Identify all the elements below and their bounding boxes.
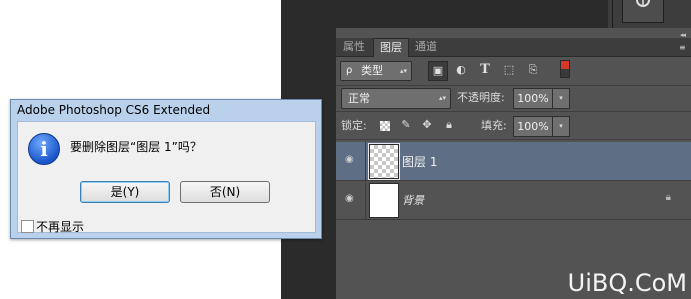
lock-all-padlock-icon[interactable]: 🔒︎ [442, 118, 456, 132]
dialog-title: Adobe Photoshop CS6 Extended [17, 103, 211, 117]
fill-dropdown-button[interactable]: ▾ [552, 116, 570, 137]
divider [365, 181, 366, 219]
blend-mode-value: 正常 [348, 92, 370, 105]
yes-button[interactable]: 是(Y) [80, 181, 170, 203]
layer-thumbnail [368, 143, 400, 180]
image-filter-icon[interactable]: ▣ [428, 61, 448, 81]
dock-separator [612, 0, 613, 28]
lock-fill-row: 锁定: ✎ ✥ 🔒︎ 填充: 100% ▾ [336, 112, 691, 140]
confirm-dialog: Adobe Photoshop CS6 Extended i 要删除图层“图层 … [10, 99, 322, 239]
navigator-dock-button[interactable] [622, 0, 664, 23]
updown-arrows-icon: ▴▾ [399, 67, 407, 75]
opacity-input[interactable]: 100% [513, 88, 553, 109]
type-filter-icon[interactable]: T [476, 61, 494, 79]
dialog-message: 要删除图层“图层 1”吗？ [70, 140, 202, 154]
blend-opacity-row: 正常 ▴▾ 不透明度: 100% ▾ [336, 86, 691, 112]
layer-name: 图层 1 [402, 155, 438, 169]
tab-label: 图层 [380, 41, 402, 54]
panel-tab-bar: 属性 图层 通道 ≡ [336, 38, 691, 57]
search-icon: ρ [346, 65, 353, 76]
smart-object-filter-icon[interactable]: ⎘ [524, 61, 542, 79]
blend-mode-select[interactable]: 正常 ▴▾ [341, 88, 451, 109]
tab-layers[interactable]: 图层 [373, 38, 409, 57]
adjustment-filter-icon[interactable]: ◐ [452, 61, 470, 79]
layer-row[interactable]: ◉ 图层 1 [336, 142, 691, 181]
info-icon: i [28, 133, 60, 165]
opacity-dropdown-button[interactable]: ▾ [552, 88, 570, 109]
dont-show-checkbox[interactable] [21, 220, 34, 233]
filter-kind-value: 类型 [361, 64, 383, 77]
filter-kind-select[interactable]: ρ 类型 ▴▾ [340, 61, 412, 81]
fill-input[interactable]: 100% [513, 116, 553, 137]
filter-switch-indicator [561, 61, 569, 69]
filter-toggle-switch[interactable] [560, 60, 570, 78]
watermark-text: UiBQ.CoM [567, 269, 687, 297]
layers-panel: ◂◂ 属性 图层 通道 ≡ ρ 类型 ▴▾ ▣ ◐ T ⬚ ⎘ 正常 ▴▾ 不透… [336, 28, 691, 299]
fill-label: 填充: [481, 119, 507, 132]
tab-label: 属性 [343, 40, 365, 53]
lock-label: 锁定: [341, 119, 367, 132]
dont-show-label[interactable]: 不再显示 [36, 218, 84, 235]
layer-filter-row: ρ 类型 ▴▾ ▣ ◐ T ⬚ ⎘ [336, 56, 691, 86]
lock-transparency-icon[interactable] [380, 121, 390, 131]
dial-icon [636, 0, 650, 7]
tab-properties[interactable]: 属性 [338, 38, 370, 56]
panel-menu-icon[interactable]: ≡ [679, 43, 689, 52]
lock-paint-brush-icon[interactable]: ✎ [399, 118, 413, 132]
no-button[interactable]: 否(N) [180, 181, 270, 203]
layer-lock-icon: 🔒︎ [665, 192, 671, 203]
visibility-eye-icon[interactable]: ◉ [345, 194, 357, 204]
layer-thumbnail [369, 183, 399, 218]
opacity-label: 不透明度: [457, 91, 505, 104]
lock-position-move-icon[interactable]: ✥ [420, 118, 434, 132]
tab-channels[interactable]: 通道 [410, 38, 442, 56]
visibility-eye-icon[interactable]: ◉ [345, 155, 357, 165]
divider [365, 142, 366, 180]
updown-arrows-icon: ▴▾ [438, 94, 446, 102]
layer-row[interactable]: ◉ 背景 🔒︎ [336, 181, 691, 220]
tab-label: 通道 [415, 40, 437, 53]
layer-name: 背景 [402, 194, 424, 207]
dialog-body: i 要删除图层“图层 1”吗？ 是(Y) 否(N) 不再显示 [17, 121, 316, 235]
shape-filter-icon[interactable]: ⬚ [500, 61, 518, 79]
